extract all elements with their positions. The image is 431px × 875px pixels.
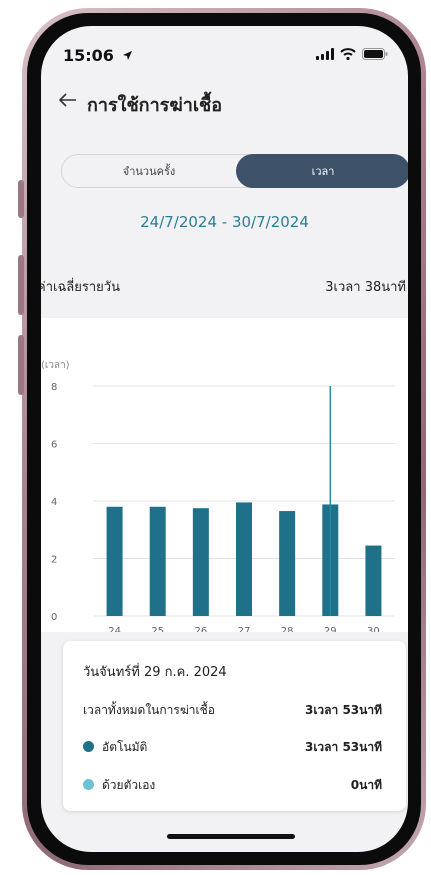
x-tick-label: 26 — [194, 626, 207, 632]
bar-25 — [149, 506, 166, 616]
total-value: 3เวลา 53นาที — [304, 703, 382, 717]
x-tick-label: 25 — [151, 626, 164, 632]
home-indicator[interactable] — [167, 834, 295, 839]
side-button — [18, 335, 24, 395]
y-axis-label: (เวลา) — [41, 360, 70, 371]
legend-manual: ด้วยตัวเอง — [83, 776, 155, 795]
y-tick-label: 6 — [51, 440, 57, 451]
manual-value: 0นาที — [350, 778, 382, 792]
status-time: 15:06 — [63, 46, 133, 65]
bar-28 — [279, 511, 296, 616]
legend-auto-label: อัตโนมัติ — [102, 740, 148, 754]
page-title: การใช้การฆ่าเชื้อ — [87, 95, 222, 116]
x-tick-label: 27 — [238, 626, 251, 632]
auto-dot-icon — [83, 741, 94, 752]
y-tick-label: 2 — [51, 555, 57, 566]
battery-icon — [362, 48, 388, 60]
back-button[interactable] — [58, 88, 77, 112]
bar-27 — [236, 502, 252, 616]
daily-average-label: ค่าเฉลี่ยรายวัน — [41, 280, 120, 295]
usage-chart[interactable]: (เวลา) 0 2 4 6 8 24 25 26 27 28 29 30 — [41, 318, 408, 632]
bar-26 — [192, 508, 209, 616]
total-label: เวลาทั้งหมดในการฆ่าเชื้อ — [83, 703, 215, 717]
bar-chart: (เวลา)0246824 25 26 27 28 29 30 — [41, 360, 395, 632]
signal-icon — [316, 48, 334, 60]
auto-value: 3เวลา 53นาที — [304, 740, 382, 754]
bar-30 — [365, 545, 382, 616]
manual-dot-icon — [83, 779, 94, 790]
y-tick-label: 0 — [51, 612, 57, 623]
legend-auto: อัตโนมัติ — [83, 738, 147, 757]
y-tick-label: 8 — [51, 382, 57, 393]
legend-manual-label: ด้วยตัวเอง — [102, 778, 156, 792]
wifi-icon — [340, 48, 356, 60]
bar-24 — [106, 506, 123, 616]
daily-average-value: 3เวลา 38นาที — [325, 280, 406, 295]
arrow-left-icon — [58, 93, 76, 107]
x-tick-label: 28 — [281, 626, 294, 632]
side-button — [18, 180, 24, 218]
view-mode-segment: จำนวนครั้ง เวลา — [61, 154, 408, 188]
x-tick-label: 24 — [108, 626, 121, 632]
location-arrow-icon — [122, 50, 132, 61]
side-button — [18, 255, 24, 315]
detail-date: วันจันทร์ที่ 29 ก.ค. 2024 — [83, 665, 227, 680]
date-range[interactable]: 24/7/2024 - 30/7/2024 — [41, 213, 408, 231]
x-tick-label: 30 — [367, 626, 380, 632]
x-tick-label: 29 — [324, 626, 337, 632]
y-tick-label: 4 — [51, 497, 57, 508]
status-icons — [316, 48, 388, 60]
day-detail-card: วันจันทร์ที่ 29 ก.ค. 2024 เวลาทั้งหมดในก… — [63, 641, 406, 811]
app-screen: 15:06 การใช้การฆ่าเชื้อ จำนวนครั้ง เวลา … — [41, 26, 408, 852]
tab-time[interactable]: เวลา — [236, 154, 408, 188]
tab-count[interactable]: จำนวนครั้ง — [62, 155, 236, 187]
